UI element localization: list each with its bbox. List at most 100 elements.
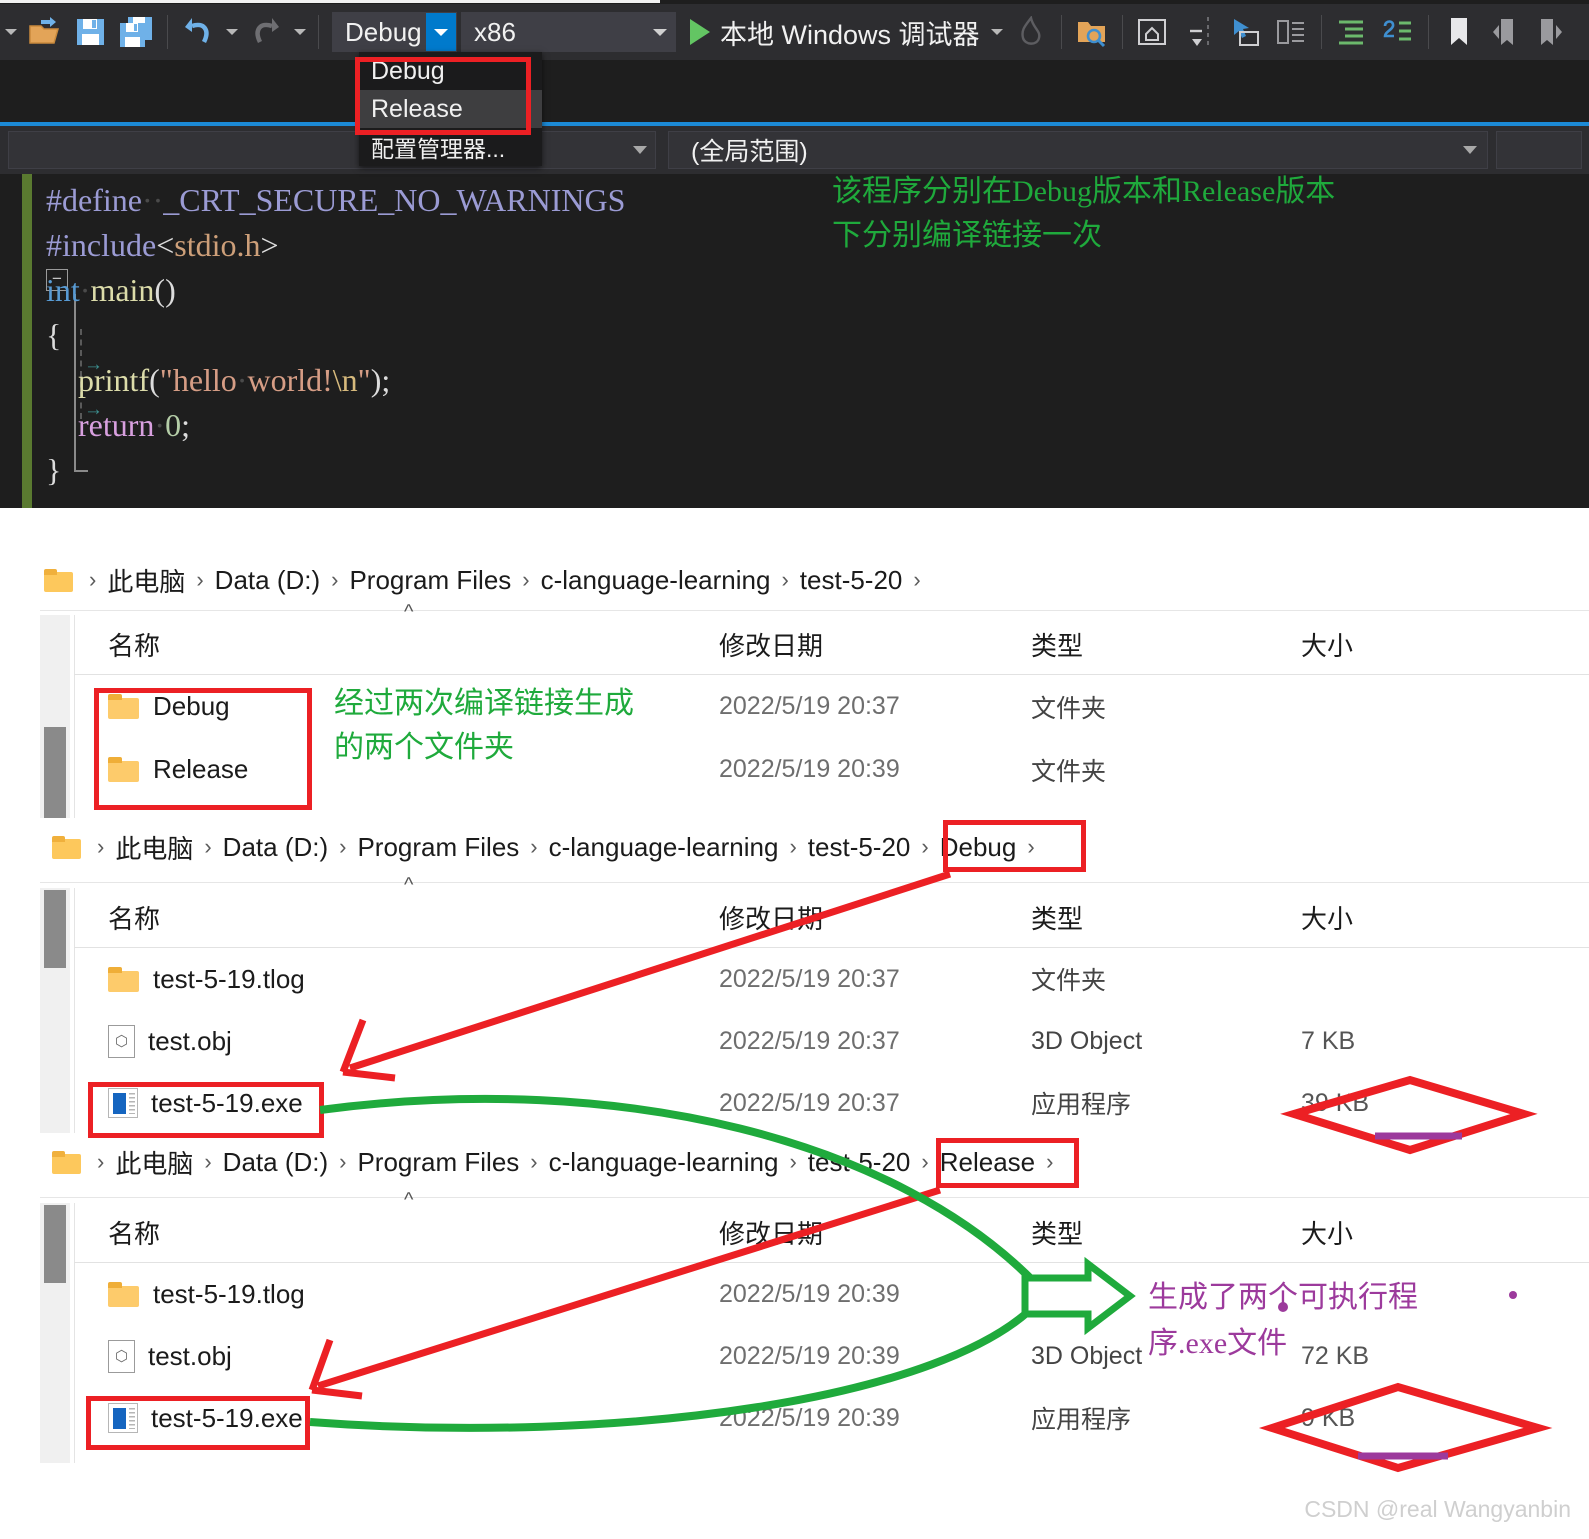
breadcrumb-segment-folder[interactable]: test-5-20: [800, 565, 903, 596]
scrollbar-thumb-2[interactable]: [44, 890, 66, 968]
column-header-name[interactable]: 名称: [108, 1219, 160, 1249]
indent-lines-icon[interactable]: [1329, 4, 1375, 60]
dropdown-item-release-label: Release: [371, 94, 463, 123]
toolbar-separator: [167, 15, 168, 49]
folder-icon: [108, 1281, 140, 1307]
cursor-window-icon[interactable]: [1222, 4, 1268, 60]
undo-icon[interactable]: [175, 4, 221, 60]
scrollbar-thumb-1[interactable]: [44, 727, 66, 825]
column-header-name[interactable]: 名称: [108, 904, 160, 934]
table-row[interactable]: Release 2022/5/19 20:39 文件夹: [74, 738, 1589, 801]
dropdown-item-debug[interactable]: Debug: [359, 52, 542, 90]
file-date: 2022/5/19 20:39: [719, 1403, 900, 1432]
scope-extra-combo[interactable]: [1496, 131, 1582, 169]
breadcrumb-separator: ›: [339, 1149, 347, 1174]
previous-bookmark-icon[interactable]: [1482, 4, 1528, 60]
application-icon: [108, 1403, 138, 1433]
scrollbar-2[interactable]: [40, 888, 70, 1144]
solution-platform-value: x86: [474, 16, 516, 47]
sort-ascending-icon: ^: [404, 874, 414, 896]
breadcrumb-segment-pc[interactable]: 此电脑: [107, 562, 185, 599]
file-date: 2022/5/19 20:39: [719, 755, 900, 783]
breadcrumb-segment-drive[interactable]: Data (D:): [223, 1147, 328, 1178]
start-debugging-caret-icon[interactable]: [986, 4, 1008, 60]
save-icon[interactable]: [68, 4, 114, 60]
breadcrumb-separator: ›: [530, 834, 538, 859]
breadcrumb-segment-pc[interactable]: 此电脑: [115, 829, 193, 866]
breadcrumb-separator: ›: [789, 1149, 797, 1174]
panel-rule-1: [40, 610, 1589, 611]
dropdown-item-release[interactable]: Release: [359, 90, 542, 128]
table-row[interactable]: test-5-19.exe 2022/5/19 20:39 应用程序 9 KB: [74, 1387, 1589, 1449]
code-editor[interactable]: − → → #define··_CRT_SECURE_NO_WARNINGS #…: [0, 174, 1589, 508]
column-header-size[interactable]: 大小: [1301, 904, 1353, 934]
table-row[interactable]: test-5-19.exe 2022/5/19 20:37 应用程序 39 KB: [74, 1072, 1589, 1134]
compare-windows-icon[interactable]: [1268, 4, 1314, 60]
screenshot-root: Debug x86 本地 Windows 调试器 Debug Release 配…: [0, 0, 1589, 1539]
breadcrumb-segment-pc[interactable]: 此电脑: [115, 1144, 193, 1181]
column-header-name[interactable]: 名称: [108, 631, 160, 661]
breadcrumb-segment-project[interactable]: c-language-learning: [549, 832, 779, 863]
bookmark-icon[interactable]: [1436, 4, 1482, 60]
breadcrumb-segment-drive[interactable]: Data (D:): [223, 832, 328, 863]
next-bookmark-icon[interactable]: [1528, 4, 1574, 60]
chevron-down-icon-2[interactable]: [645, 13, 675, 51]
breadcrumb-segment-project[interactable]: c-language-learning: [541, 565, 771, 596]
breadcrumb-segment-program-files[interactable]: Program Files: [357, 832, 519, 863]
redo-caret-icon[interactable]: [289, 4, 311, 60]
column-header-type[interactable]: 类型: [1031, 1219, 1083, 1249]
sort-ascending-icon: ^: [404, 601, 414, 623]
search-folder-icon[interactable]: [1069, 4, 1115, 60]
outdent-lines-icon[interactable]: [1375, 4, 1421, 60]
hot-reload-icon[interactable]: [1008, 4, 1054, 60]
breadcrumb-separator: ›: [913, 567, 921, 592]
breadcrumb-3[interactable]: › 此电脑 › Data (D:) › Program Files › c-la…: [0, 1136, 1589, 1188]
scrollbar-1[interactable]: [40, 615, 70, 827]
start-debugging-button[interactable]: 本地 Windows 调试器: [676, 4, 986, 60]
redo-icon[interactable]: [243, 4, 289, 60]
table-row[interactable]: ⬡ test.obj 2022/5/19 20:37 3D Object 7 KB: [74, 1010, 1589, 1072]
panel-rule-2: [40, 882, 1589, 883]
breadcrumb-segment-folder[interactable]: test-5-20: [808, 1147, 911, 1178]
breadcrumb-segment-drive[interactable]: Data (D:): [215, 565, 320, 596]
scrollbar-3[interactable]: [40, 1203, 70, 1463]
breadcrumb-segment-program-files[interactable]: Program Files: [357, 1147, 519, 1178]
column-header-type[interactable]: 类型: [1031, 631, 1083, 661]
column-header-size[interactable]: 大小: [1301, 631, 1353, 661]
column-header-date[interactable]: 修改日期: [719, 904, 823, 934]
breadcrumb-separator: ›: [97, 834, 105, 859]
code-text: #define··_CRT_SECURE_NO_WARNINGS #includ…: [46, 182, 626, 488]
breadcrumb-2[interactable]: › 此电脑 › Data (D:) › Program Files › c-la…: [0, 821, 1589, 873]
project-scope-combo[interactable]: [8, 131, 656, 169]
column-header-size[interactable]: 大小: [1301, 1219, 1353, 1249]
breadcrumb-segment-config[interactable]: Release: [940, 1147, 1035, 1178]
column-header-date[interactable]: 修改日期: [719, 1219, 823, 1249]
breadcrumb-separator: ›: [781, 567, 789, 592]
folder-icon: [108, 757, 140, 782]
scrollbar-thumb-3[interactable]: [44, 1205, 66, 1283]
member-scope-combo[interactable]: (全局范围): [668, 131, 1488, 169]
file-type: 文件夹: [1031, 757, 1107, 786]
undo-caret-icon[interactable]: [221, 4, 243, 60]
solution-platform-combo[interactable]: x86: [461, 12, 676, 52]
table-row[interactable]: Debug 2022/5/19 20:37 文件夹: [74, 675, 1589, 738]
breadcrumb-1[interactable]: › 此电脑 › Data (D:) › Program Files › c-la…: [0, 554, 1589, 606]
open-file-icon[interactable]: [22, 4, 68, 60]
breadcrumb-separator: ›: [97, 1149, 105, 1174]
column-header-date[interactable]: 修改日期: [719, 631, 823, 661]
table-row[interactable]: test-5-19.tlog 2022/5/19 20:37 文件夹: [74, 948, 1589, 1010]
column-header-type[interactable]: 类型: [1031, 904, 1083, 934]
breadcrumb-segment-folder[interactable]: test-5-20: [808, 832, 911, 863]
dropdown-item-configuration-manager[interactable]: 配置管理器...: [359, 128, 542, 166]
save-all-icon[interactable]: [114, 4, 160, 60]
toolbar-overflow-caret-icon[interactable]: [0, 4, 22, 60]
home-window-icon[interactable]: [1130, 4, 1176, 60]
solution-configuration-combo[interactable]: Debug: [332, 12, 457, 52]
breadcrumb-separator: ›: [522, 567, 530, 592]
collapse-window-icon[interactable]: [1176, 4, 1222, 60]
breadcrumb-segment-config[interactable]: Debug: [940, 832, 1017, 863]
solution-configuration-dropdown[interactable]: Debug Release 配置管理器...: [359, 52, 542, 166]
breadcrumb-segment-project[interactable]: c-language-learning: [549, 1147, 779, 1178]
breadcrumb-segment-program-files[interactable]: Program Files: [349, 565, 511, 596]
chevron-down-icon[interactable]: [426, 13, 456, 51]
